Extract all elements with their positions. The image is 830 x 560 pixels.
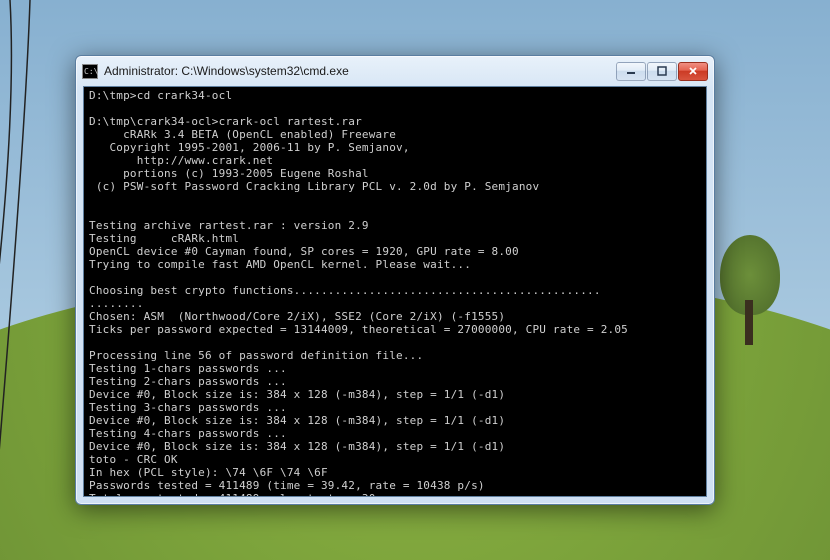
minimize-icon — [626, 66, 636, 76]
close-icon — [688, 66, 698, 76]
power-lines — [0, 0, 70, 560]
cmd-window: C:\ Administrator: C:\Windows\system32\c… — [75, 55, 715, 505]
maximize-icon — [657, 66, 667, 76]
close-button[interactable] — [678, 62, 708, 81]
titlebar[interactable]: C:\ Administrator: C:\Windows\system32\c… — [76, 56, 714, 86]
window-title: Administrator: C:\Windows\system32\cmd.e… — [104, 64, 616, 78]
minimize-button[interactable] — [616, 62, 646, 81]
cmd-icon: C:\ — [82, 64, 98, 79]
tree — [715, 235, 785, 345]
window-controls — [616, 62, 708, 81]
terminal-output[interactable]: D:\tmp>cd crark34-ocl D:\tmp\crark34-ocl… — [83, 86, 707, 497]
maximize-button[interactable] — [647, 62, 677, 81]
